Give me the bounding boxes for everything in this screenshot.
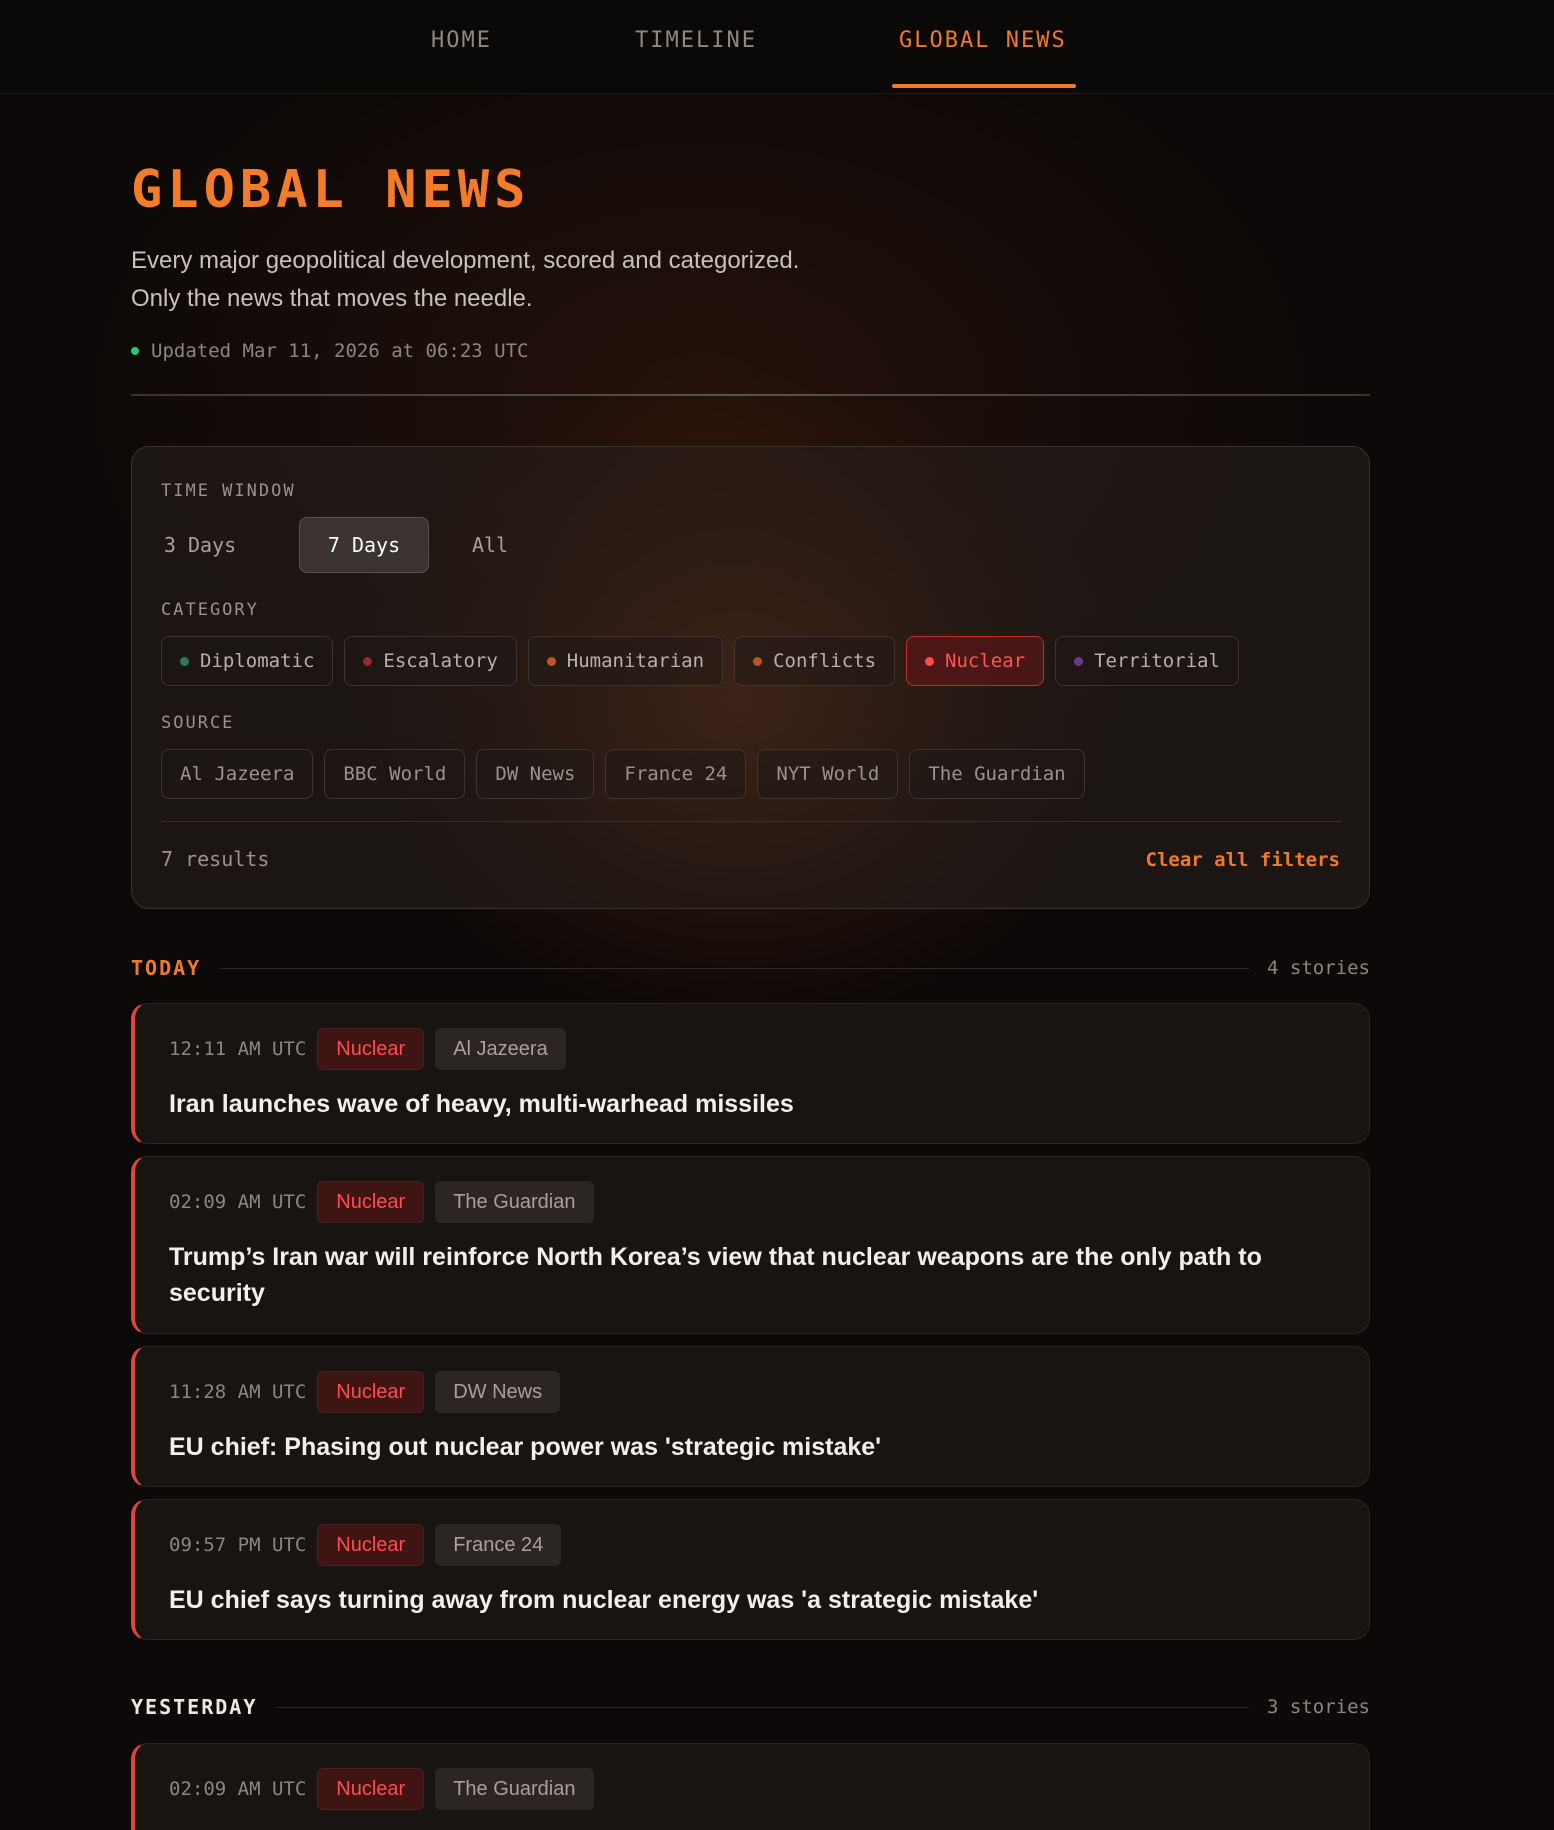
conflicts-dot-icon [753,656,763,666]
source-chip-nyt-world[interactable]: NYT World [757,749,899,799]
story-time: 11:28 AM UTC [169,1381,307,1403]
group-header-today: TODAY 4 stories [131,953,1370,983]
story-meta: 09:57 PM UTC Nuclear France 24 [169,1524,562,1566]
updated-status: Updated Mar 11, 2026 at 06:23 UTC [131,340,529,362]
story-meta: 11:28 AM UTC Nuclear DW News [169,1371,561,1413]
story-meta: 02:09 AM UTC Nuclear The Guardian [169,1181,594,1223]
time-window-3-days[interactable]: 3 Days [145,517,255,573]
results-count: 7 results [161,847,270,871]
category-chip-territorial[interactable]: Territorial [1055,636,1239,686]
group-line [219,967,1250,969]
story-title[interactable]: Trump’s Iran war will reinforce North Ko… [169,1239,1319,1311]
chip-label: Territorial [1094,650,1220,672]
story-source-tag: DW News [435,1371,561,1413]
story-title[interactable]: Iran launches wave of heavy, multi-warhe… [169,1086,1319,1122]
chip-label: Humanitarian [566,650,705,672]
header-divider [131,394,1370,396]
group-header-yesterday: YESTERDAY 3 stories [131,1692,1370,1722]
humanitarian-dot-icon [546,656,556,666]
story-meta: 02:09 AM UTC Nuclear The Guardian [169,1768,594,1810]
live-status-dot-icon [131,347,139,355]
filters-panel: TIME WINDOW 3 Days 7 Days All CATEGORY D… [131,446,1370,909]
story-time: 02:09 AM UTC [169,1778,307,1800]
group-title: YESTERDAY [131,1695,258,1719]
filters-separator [161,821,1342,822]
subtitle-line-2: Only the news that moves the needle. [131,285,533,312]
story-source-tag: Al Jazeera [435,1028,566,1070]
story-category-tag: Nuclear [317,1181,425,1223]
story-title[interactable]: EU chief: Phasing out nuclear power was … [169,1429,1319,1465]
top-nav: HOME TIMELINE GLOBAL NEWS [0,0,1554,94]
story-meta: 12:11 AM UTC Nuclear Al Jazeera [169,1028,566,1070]
category-chip-nuclear[interactable]: Nuclear [906,636,1045,686]
story-card[interactable]: 12:11 AM UTC Nuclear Al Jazeera Iran lau… [131,1003,1370,1144]
source-chip-dw-news[interactable]: DW News [476,749,595,799]
category-label: CATEGORY [161,600,259,620]
story-source-tag: The Guardian [435,1181,594,1223]
territorial-dot-icon [1074,656,1084,666]
page-title: GLOBAL NEWS [131,160,531,220]
story-card[interactable]: 09:57 PM UTC Nuclear France 24 EU chief … [131,1499,1370,1640]
source-chips: Al Jazeera BBC World DW News France 24 N… [161,749,1085,799]
source-chip-al-jazeera[interactable]: Al Jazeera [161,749,314,799]
story-time: 12:11 AM UTC [169,1038,307,1060]
story-card[interactable]: 02:09 AM UTC Nuclear The Guardian [131,1743,1370,1830]
nav-timeline[interactable]: TIMELINE [635,28,757,88]
time-window-label: TIME WINDOW [161,481,296,501]
category-chip-escalatory[interactable]: Escalatory [344,636,517,686]
story-category-tag: Nuclear [317,1028,425,1070]
source-chip-france-24[interactable]: France 24 [605,749,747,799]
category-chip-conflicts[interactable]: Conflicts [734,636,896,686]
story-title[interactable]: EU chief says turning away from nuclear … [169,1582,1319,1618]
nuclear-dot-icon [925,656,935,666]
story-time: 09:57 PM UTC [169,1534,307,1556]
story-card[interactable]: 11:28 AM UTC Nuclear DW News EU chief: P… [131,1346,1370,1487]
group-line [275,1706,1250,1708]
category-chip-humanitarian[interactable]: Humanitarian [527,636,724,686]
time-window-all[interactable]: All [450,517,530,573]
source-chip-the-guardian[interactable]: The Guardian [909,749,1085,799]
source-chip-bbc-world[interactable]: BBC World [324,749,466,799]
chip-label: Diplomatic [200,650,315,672]
diplomatic-dot-icon [180,656,189,666]
story-category-tag: Nuclear [317,1524,425,1566]
story-card[interactable]: 02:09 AM UTC Nuclear The Guardian Trump’… [131,1156,1370,1334]
story-category-tag: Nuclear [317,1768,425,1810]
escalatory-dot-icon [363,656,373,666]
group-title: TODAY [131,956,202,980]
category-chips: Diplomatic Escalatory Humanitarian Confl… [161,636,1239,686]
group-count: 3 stories [1267,1696,1370,1718]
group-count: 4 stories [1267,957,1370,979]
time-window-7-days[interactable]: 7 Days [299,517,429,573]
page-subtitle: Every major geopolitical development, sc… [131,242,931,318]
story-source-tag: The Guardian [435,1768,594,1810]
chip-label: Escalatory [383,650,498,672]
nav-active-indicator [892,84,1076,88]
story-source-tag: France 24 [435,1524,562,1566]
chip-label: Nuclear [945,650,1026,672]
subtitle-line-1: Every major geopolitical development, sc… [131,247,800,274]
category-chip-diplomatic[interactable]: Diplomatic [161,636,334,686]
source-label: SOURCE [161,713,235,733]
story-category-tag: Nuclear [317,1371,425,1413]
nav-global-news[interactable]: GLOBAL NEWS [899,28,1067,88]
nav-home[interactable]: HOME [431,28,492,88]
updated-text: Updated Mar 11, 2026 at 06:23 UTC [151,340,529,362]
chip-label: Conflicts [773,650,877,672]
clear-filters-button[interactable]: Clear all filters [1146,849,1340,871]
story-time: 02:09 AM UTC [169,1191,307,1213]
